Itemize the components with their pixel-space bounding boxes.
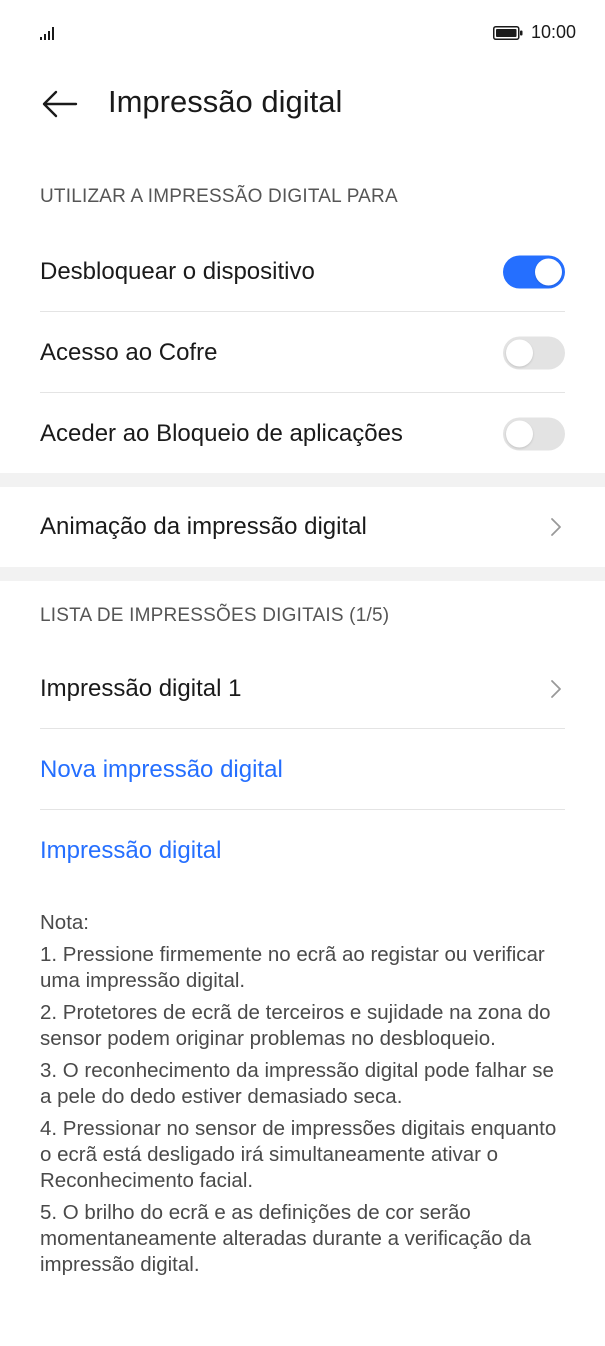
row-safe-access[interactable]: Acesso ao Cofre [0,312,605,393]
status-bar: 10:00 [0,0,605,66]
fingerprint-id-label: Impressão digital [40,836,222,864]
page-title: Impressão digital [108,84,343,119]
row-app-lock[interactable]: Aceder ao Bloqueio de aplicações [0,393,605,474]
toggle-knob [535,258,562,285]
add-fingerprint-button[interactable]: Nova impressão digital [0,729,605,810]
add-fingerprint-label: Nova impressão digital [40,755,283,783]
row-label: Aceder ao Bloqueio de aplicações [40,419,403,447]
toggle-safe-access[interactable] [503,336,565,369]
section-header-list: LISTA DE IMPRESSÕES DIGITAIS (1/5) [40,605,390,626]
note-item-1: 1. Pressione firmemente no ecrã ao regis… [40,943,545,992]
note-item-2: 2. Protetores de ecrã de terceiros e suj… [40,1001,551,1050]
chevron-right-icon [551,679,561,698]
toggle-knob [506,339,533,366]
row-fingerprint-1[interactable]: Impressão digital 1 [0,648,605,729]
note-heading: Nota: [40,911,89,934]
battery-icon [493,26,523,40]
row-label: Impressão digital 1 [40,674,242,702]
section-separator [0,567,605,581]
row-label: Desbloquear o dispositivo [40,257,315,285]
arrow-left-icon [42,90,78,118]
status-time: 10:00 [531,22,577,42]
back-button[interactable] [36,84,82,124]
note-item-4: 4. Pressionar no sensor de impressões di… [40,1117,557,1192]
row-unlock-device[interactable]: Desbloquear o dispositivo [0,231,605,312]
row-label: Acesso ao Cofre [40,338,218,366]
toggle-knob [506,420,533,447]
toggle-app-lock[interactable] [503,417,565,450]
signal-bars-icon [40,27,54,40]
note-block: Nota: 1. Pressione firmemente no ecrã ao… [40,910,570,1284]
app-bar: Impressão digital [0,66,605,142]
section-header-use: UTILIZAR A IMPRESSÃO DIGITAL PARA [40,186,398,207]
row-label: Animação da impressão digital [40,513,367,540]
note-item-3: 3. O reconhecimento da impressão digital… [40,1059,554,1108]
section-separator [0,473,605,487]
fingerprint-id-link[interactable]: Impressão digital [0,810,605,891]
row-fingerprint-animation[interactable]: Animação da impressão digital [0,487,605,567]
chevron-right-icon [551,518,561,536]
toggle-unlock-device[interactable] [503,255,565,288]
note-item-5: 5. O brilho do ecrã e as definições de c… [40,1201,532,1276]
